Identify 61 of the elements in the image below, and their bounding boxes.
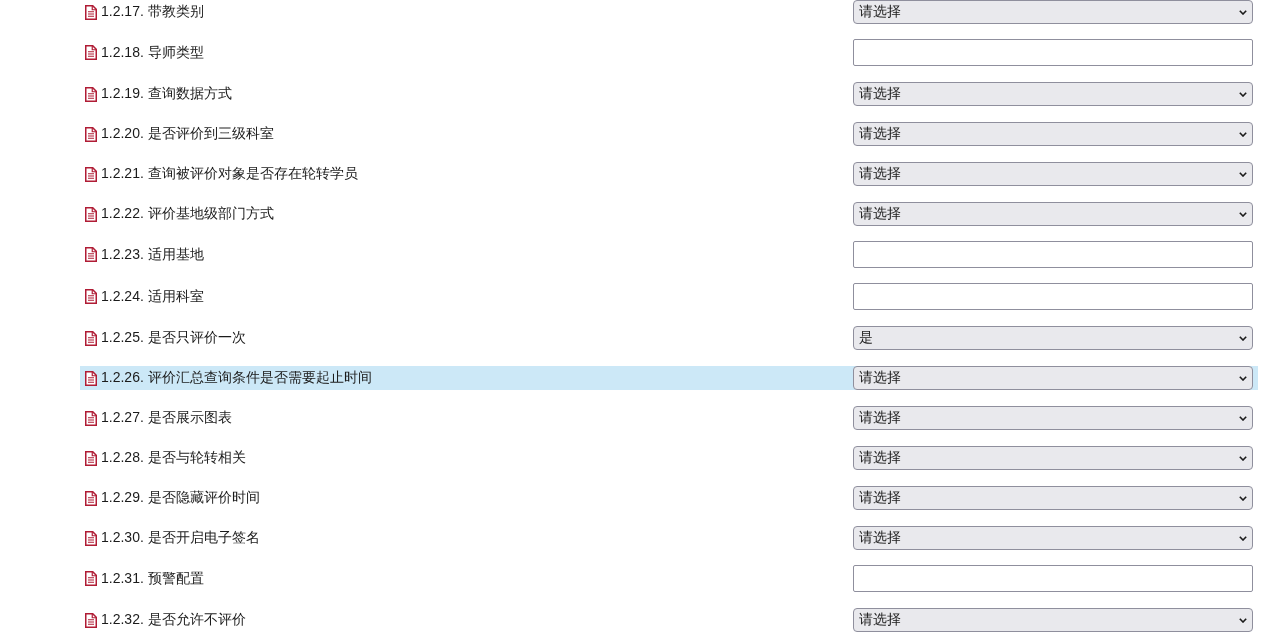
chevron-icon: [1239, 415, 1247, 421]
input-field[interactable]: [853, 241, 1253, 268]
setting-label: 1.2.28. 是否与轮转相关: [101, 449, 247, 467]
setting-label: 1.2.22. 评价基地级部门方式: [101, 205, 275, 223]
setting-label: 1.2.18. 导师类型: [101, 43, 205, 62]
chevron-icon: [1239, 91, 1247, 97]
document-icon: [85, 450, 97, 466]
document-icon: [85, 206, 97, 222]
chevron-icon: [1239, 455, 1247, 461]
input-field[interactable]: [853, 283, 1253, 310]
document-icon: [85, 571, 97, 586]
setting-label: 1.2.24. 适用科室: [101, 287, 205, 306]
chevron-icon: [1239, 171, 1247, 177]
document-icon: [85, 45, 97, 60]
chevron-icon: [1239, 9, 1247, 15]
setting-label: 1.2.17. 带教类别: [101, 3, 205, 21]
setting-label: 1.2.26. 评价汇总查询条件是否需要起止时间: [101, 369, 373, 387]
setting-label: 1.2.31. 预警配置: [101, 569, 205, 588]
dropdown[interactable]: 请选择: [853, 406, 1253, 430]
chevron-icon: [1239, 335, 1247, 341]
document-icon: [85, 490, 97, 506]
chevron-icon: [1239, 131, 1247, 137]
input-field[interactable]: [853, 39, 1253, 66]
chevron-icon: [1239, 211, 1247, 217]
document-icon: [85, 289, 97, 304]
setting-label: 1.2.29. 是否隐藏评价时间: [101, 489, 261, 507]
setting-label: 1.2.32. 是否允许不评价: [101, 611, 247, 629]
dropdown[interactable]: 请选择: [853, 82, 1253, 106]
setting-label: 1.2.27. 是否展示图表: [101, 409, 233, 427]
chevron-icon: [1239, 375, 1247, 381]
setting-label: 1.2.19. 查询数据方式: [101, 85, 233, 103]
input-field[interactable]: [853, 565, 1253, 592]
dropdown[interactable]: 请选择: [853, 162, 1253, 186]
dropdown[interactable]: 请选择: [853, 486, 1253, 510]
dropdown[interactable]: 请选择: [853, 526, 1253, 550]
chevron-icon: [1239, 617, 1247, 623]
dropdown[interactable]: 请选择: [853, 0, 1253, 24]
document-icon: [85, 612, 97, 628]
dropdown[interactable]: 请选择: [853, 446, 1253, 470]
document-icon: [85, 126, 97, 142]
setting-label: 1.2.30. 是否开启电子签名: [101, 529, 261, 547]
setting-label: 1.2.21. 查询被评价对象是否存在轮转学员: [101, 165, 359, 183]
document-icon: [85, 370, 97, 386]
chevron-icon: [1239, 535, 1247, 541]
highlighted-row[interactable]: 1.2.26. 评价汇总查询条件是否需要起止时间 请选择: [80, 366, 1258, 390]
setting-label: 1.2.25. 是否只评价一次: [101, 329, 247, 347]
document-icon: [85, 166, 97, 182]
document-icon: [85, 86, 97, 102]
setting-label: 1.2.20. 是否评价到三级科室: [101, 125, 275, 143]
document-icon: [85, 247, 97, 262]
chevron-icon: [1239, 495, 1247, 501]
document-icon: [85, 4, 97, 20]
document-icon: [85, 530, 97, 546]
document-icon: [85, 330, 97, 346]
document-icon: [85, 410, 97, 426]
setting-label: 1.2.23. 适用基地: [101, 245, 205, 264]
dropdown[interactable]: 请选择: [853, 202, 1253, 226]
dropdown[interactable]: 请选择: [853, 366, 1253, 390]
dropdown[interactable]: 是: [853, 326, 1253, 350]
dropdown[interactable]: 请选择: [853, 122, 1253, 146]
dropdown[interactable]: 请选择: [853, 608, 1253, 632]
